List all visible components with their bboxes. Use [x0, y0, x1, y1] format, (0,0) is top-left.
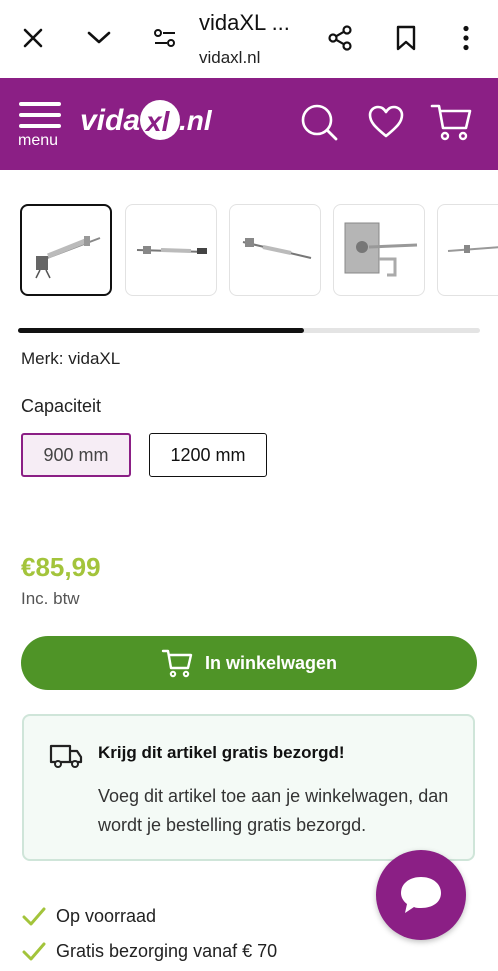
product-brand: Merk: vidaXL	[21, 349, 121, 368]
cart-icon	[161, 648, 193, 678]
usp-label: Op voorraad	[56, 906, 157, 926]
menu-button[interactable]: menu	[17, 98, 63, 152]
hamburger-icon	[19, 102, 61, 128]
product-thumbnail[interactable]	[229, 204, 321, 296]
usp-in-stock: Op voorraad	[22, 906, 156, 927]
page-title: vidaXL ...	[199, 10, 290, 35]
gallery-scroll-thumb[interactable]	[18, 328, 305, 333]
product-thumbnail[interactable]	[20, 204, 112, 296]
bookmark-icon[interactable]	[388, 20, 424, 56]
gallery-scrollbar[interactable]	[18, 328, 480, 333]
product-thumbnail[interactable]	[125, 204, 217, 296]
rotisserie-image	[35, 236, 101, 279]
more-vert-icon[interactable]	[448, 20, 484, 56]
product-thumbnail[interactable]	[437, 204, 498, 296]
option-1200mm[interactable]: 1200 mm	[149, 433, 267, 477]
rotisserie-image	[242, 238, 312, 259]
capacity-label: Capaciteit	[21, 396, 102, 416]
chat-button[interactable]	[376, 850, 466, 940]
close-icon[interactable]	[15, 20, 51, 56]
site-settings-icon[interactable]	[147, 20, 183, 56]
shipping-text: Voeg dit artikel toe aan je winkelwagen,…	[98, 786, 449, 835]
browser-toolbar: vidaXL ... vidaxl.nl	[0, 0, 498, 78]
rotisserie-image	[447, 245, 498, 253]
share-icon[interactable]	[322, 20, 358, 56]
chat-bubble-icon	[401, 877, 441, 913]
page-url[interactable]: vidaxl.nl	[199, 48, 260, 68]
svg-text:.nl: .nl	[179, 105, 213, 136]
option-900mm[interactable]: 900 mm	[21, 433, 131, 477]
vat-note: Inc. btw	[21, 589, 80, 608]
product-price: €85,99	[21, 552, 101, 582]
add-to-cart-button[interactable]: In winkelwagen	[21, 636, 477, 690]
usp-free-shipping: Gratis bezorging vanaf € 70	[22, 941, 277, 962]
search-icon[interactable]	[297, 100, 341, 144]
svg-text:vida: vida	[80, 104, 140, 137]
usp-label: Gratis bezorging vanaf € 70	[56, 941, 278, 961]
site-header: menu vida xl .nl	[0, 78, 498, 170]
free-shipping-box: Krijg dit artikel gratis bezorgd! Voeg d…	[22, 714, 475, 861]
menu-label: menu	[18, 132, 59, 149]
product-thumbnail[interactable]	[333, 204, 425, 296]
add-to-cart-label: In winkelwagen	[204, 652, 338, 673]
rotisserie-image	[136, 246, 208, 254]
svg-text:xl: xl	[144, 106, 171, 137]
chevron-down-icon[interactable]	[81, 20, 117, 56]
product-gallery	[0, 170, 498, 315]
heart-icon[interactable]	[364, 100, 408, 144]
vidaxl-logo[interactable]: vida xl .nl	[80, 96, 220, 146]
check-icon	[22, 942, 48, 962]
motor-image	[344, 222, 418, 277]
cart-icon[interactable]	[429, 100, 473, 144]
delivery-truck-icon	[48, 740, 84, 775]
shipping-title: Krijg dit artikel gratis bezorgd!	[98, 743, 345, 762]
check-icon	[22, 907, 48, 927]
